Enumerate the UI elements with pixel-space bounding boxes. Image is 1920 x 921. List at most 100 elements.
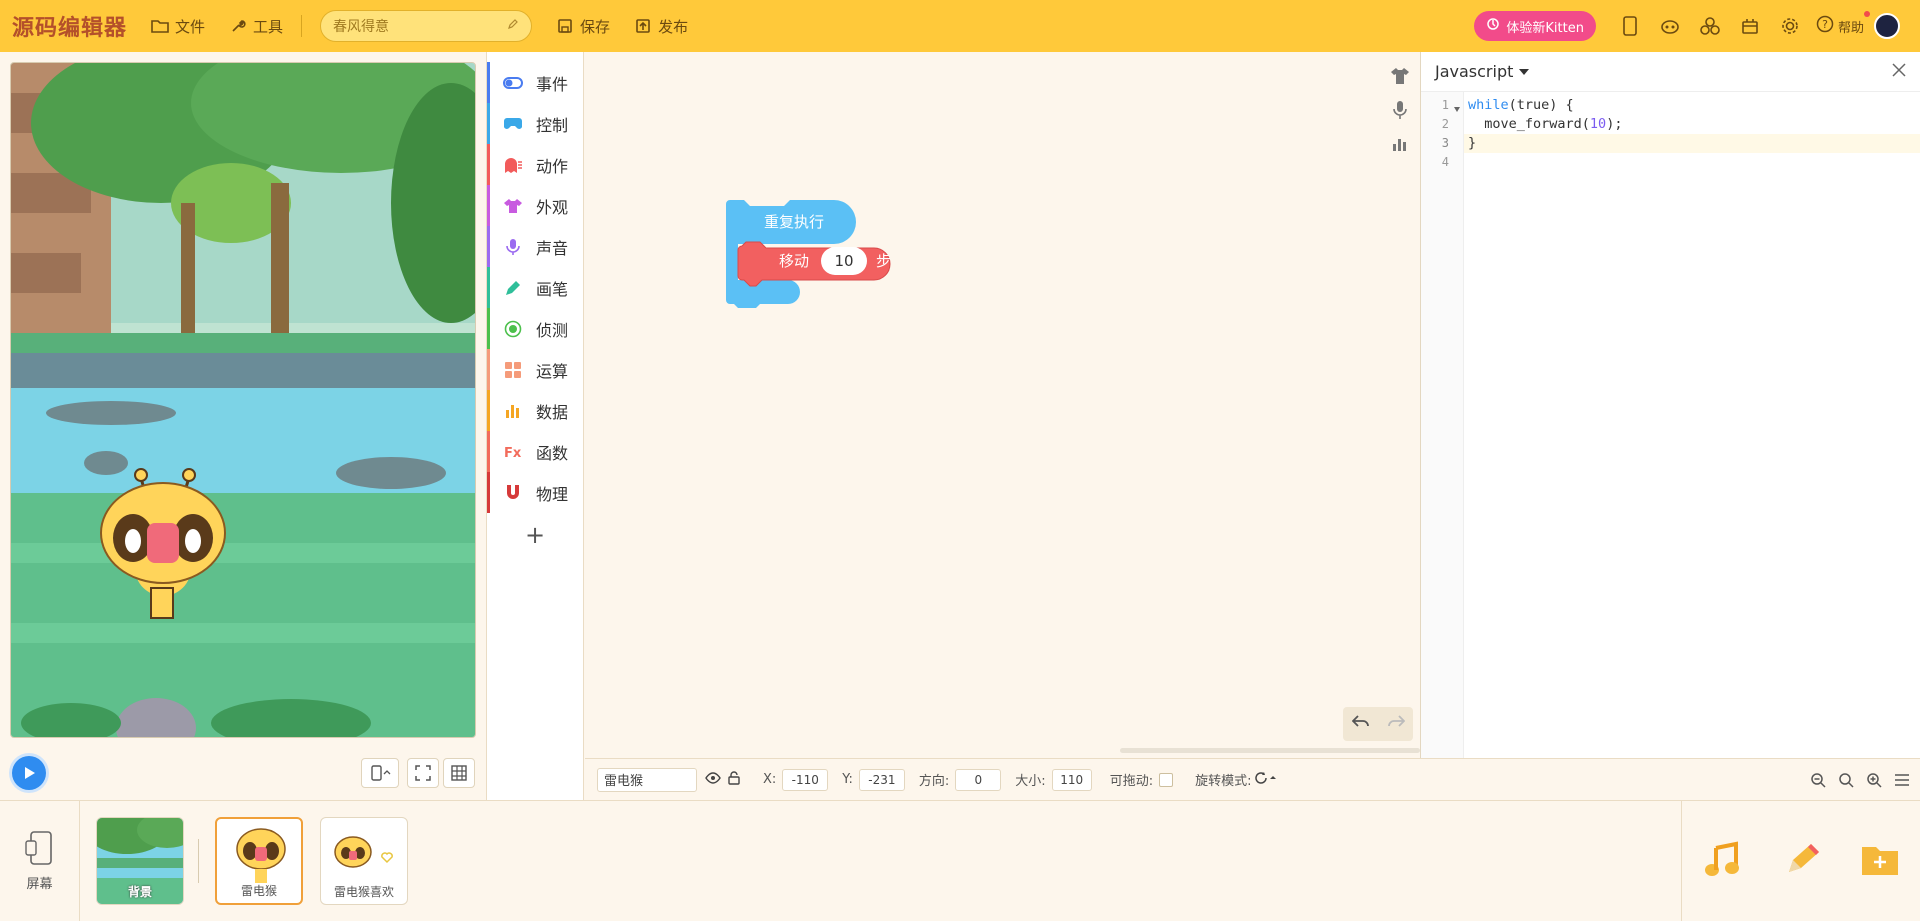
stage-canvas[interactable] [10, 62, 476, 738]
category-item[interactable]: Fx 函数 [487, 431, 583, 472]
workspace-horizontal-scrollbar[interactable] [1120, 748, 1420, 753]
project-name-text: 春风得意 [333, 19, 390, 35]
sprite-name-input[interactable]: 雷电猴 [597, 767, 697, 792]
top-right-actions: 体验新Kitten ? 帮助 [1474, 0, 1920, 52]
redo-icon[interactable] [1387, 715, 1405, 733]
wrench-icon [229, 17, 247, 35]
line-number: 3 [1441, 136, 1449, 150]
zoom-in-icon[interactable] [1860, 759, 1888, 801]
close-icon [1892, 62, 1906, 77]
data-chart-icon[interactable] [1386, 130, 1414, 158]
language-selector[interactable]: Javascript [1435, 62, 1530, 81]
category-label: 控制 [536, 115, 569, 135]
move-block-shape[interactable] [737, 241, 891, 287]
category-item[interactable]: 外观 [487, 185, 583, 226]
tools-menu-button[interactable]: 工具 [229, 16, 283, 37]
direction-input[interactable]: 0 [955, 768, 1002, 791]
category-item[interactable]: 控制 [487, 103, 583, 144]
undo-icon[interactable] [1351, 715, 1370, 733]
x-input[interactable]: -110 [782, 768, 829, 791]
draggable-checkbox[interactable] [1159, 772, 1174, 787]
menu-lines-icon[interactable] [1888, 759, 1916, 801]
code-workspace[interactable] [585, 52, 1420, 758]
add-extension-button[interactable]: + [487, 513, 583, 557]
lock-icon[interactable] [727, 770, 741, 789]
device-size-dropdown[interactable] [361, 758, 399, 788]
rotation-mode-dropdown[interactable] [1255, 771, 1277, 788]
try-kitten-label: 体验新Kitten [1506, 20, 1584, 36]
upload-icon [634, 17, 652, 35]
gamepad-icon [502, 117, 524, 131]
costume-shirt-icon[interactable] [1386, 62, 1414, 90]
notification-dot [1864, 11, 1870, 17]
visibility-eye-icon[interactable] [705, 771, 721, 788]
line-number-gutter: 1 2 3 4 [1421, 92, 1464, 758]
shirt-icon [502, 198, 524, 214]
try-kitten-button[interactable]: 体验新Kitten [1474, 11, 1596, 41]
code-editor[interactable]: 1 2 3 4 while(true) { move_forward(10); … [1421, 92, 1920, 758]
edit-pencil-icon[interactable] [507, 18, 519, 34]
publish-button[interactable]: 发布 [634, 16, 688, 37]
sprite-thumb-selected[interactable]: 雷电猴 [215, 817, 303, 905]
category-item[interactable]: 运算 [487, 349, 583, 390]
category-item[interactable]: 物理 [487, 472, 583, 513]
community-icon[interactable] [1690, 0, 1730, 52]
repeat-block-label: 重复执行 [764, 213, 825, 231]
code-line-active: } [1464, 134, 1920, 153]
line-number: 4 [1441, 155, 1449, 169]
stage-controls [0, 752, 487, 800]
y-input[interactable]: -231 [858, 768, 905, 791]
size-label: 大小: [1015, 774, 1046, 789]
pen-icon [502, 279, 524, 297]
category-item[interactable]: 事件 [487, 62, 583, 103]
category-item[interactable]: 动作 [487, 144, 583, 185]
close-panel-button[interactable] [1892, 62, 1906, 81]
plus-icon: + [524, 521, 546, 549]
paint-pencil-icon[interactable] [1781, 840, 1821, 884]
category-item[interactable]: 画笔 [487, 267, 583, 308]
robot-icon[interactable] [1650, 0, 1690, 52]
rotation-mode-label: 旋转模式: [1195, 774, 1252, 789]
run-play-button[interactable] [12, 756, 46, 790]
category-label: 函数 [536, 443, 569, 463]
screen-button[interactable]: 屏幕 [0, 801, 80, 921]
sound-mic-icon[interactable] [1386, 96, 1414, 124]
undo-redo-group [1343, 707, 1413, 741]
app-logo[interactable]: 源码编辑器 [12, 10, 127, 42]
help-button[interactable]: ? 帮助 [1816, 11, 1870, 37]
gift-box-icon[interactable] [1730, 0, 1770, 52]
category-label: 外观 [536, 197, 569, 217]
settings-gear-icon[interactable] [1770, 0, 1810, 52]
fullscreen-button[interactable] [407, 758, 439, 788]
zoom-reset-icon[interactable] [1832, 759, 1860, 801]
move-steps-input[interactable]: 10 [821, 247, 867, 275]
project-name-input[interactable]: 春风得意 [320, 10, 533, 42]
grid-toggle-button[interactable] [443, 758, 475, 788]
fold-arrow-icon[interactable] [1454, 100, 1460, 116]
sprite-thumb-background[interactable]: 背景 [96, 817, 184, 905]
category-label: 数据 [536, 402, 569, 422]
user-avatar[interactable] [1874, 13, 1900, 39]
help-label: 帮助 [1837, 20, 1864, 36]
y-label: Y: [842, 772, 853, 787]
rotate-icon [1255, 771, 1277, 784]
device-icon[interactable] [1610, 0, 1650, 52]
music-note-icon[interactable] [1702, 840, 1742, 884]
category-item[interactable]: 声音 [487, 226, 583, 267]
category-item[interactable]: 数据 [487, 390, 583, 431]
toggle-icon [502, 76, 524, 89]
folder-icon [151, 17, 169, 35]
ghost-icon [502, 157, 524, 173]
svg-text:?: ? [1822, 18, 1828, 31]
zoom-controls [1804, 759, 1916, 801]
sprite-name: 雷电猴喜欢 [333, 885, 394, 899]
zoom-out-icon[interactable] [1804, 759, 1832, 801]
sprite-thumb[interactable]: 雷电猴喜欢 [320, 817, 408, 905]
file-menu-button[interactable]: 文件 [151, 16, 205, 37]
folder-add-icon[interactable] [1860, 843, 1900, 881]
category-item[interactable]: 侦测 [487, 308, 583, 349]
save-button[interactable]: 保存 [556, 16, 610, 37]
code-line: while(true) { [1468, 97, 1574, 113]
size-input[interactable]: 110 [1051, 768, 1092, 791]
function-icon: Fx [502, 444, 524, 460]
